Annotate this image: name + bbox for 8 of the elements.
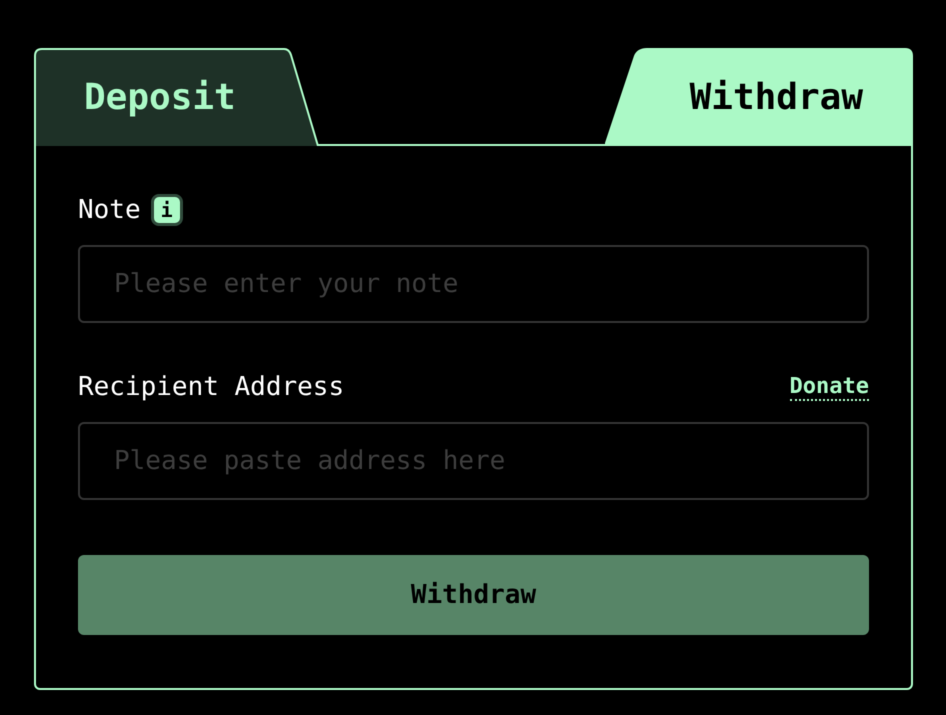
recipient-address-label: Recipient Address: [78, 372, 344, 402]
donate-link[interactable]: Donate: [790, 374, 869, 400]
info-badge[interactable]: i: [150, 194, 183, 226]
address-field[interactable]: Please paste address here: [78, 422, 869, 500]
tab[interactable]: Deposit: [34, 48, 319, 146]
note-field[interactable]: Please enter your note: [78, 245, 869, 323]
note-label: Note: [78, 195, 141, 225]
tab[interactable]: Withdraw: [605, 48, 913, 146]
